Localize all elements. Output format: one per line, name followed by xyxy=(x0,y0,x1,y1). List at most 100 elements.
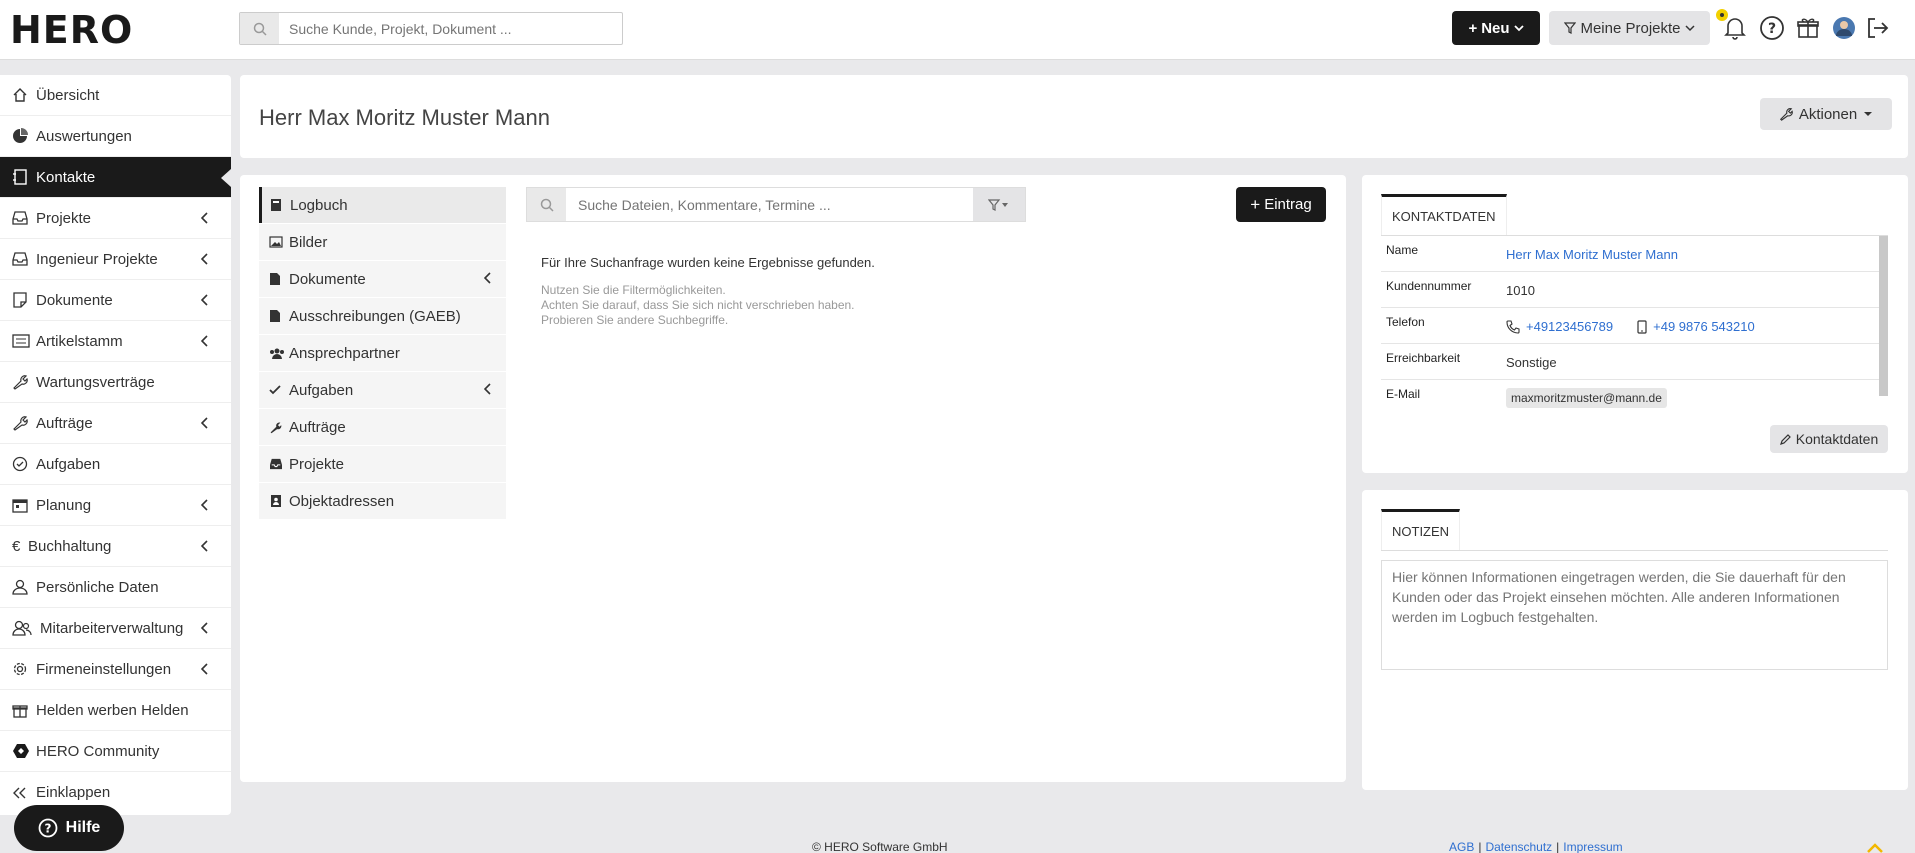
svg-text:?: ? xyxy=(1768,21,1776,37)
subnav-item-bilder[interactable]: Bilder xyxy=(259,224,506,260)
sidebar-item-label: Persönliche Daten xyxy=(36,578,159,596)
sidebar-item-label: Buchhaltung xyxy=(28,537,112,555)
add-entry-label: Eintrag xyxy=(1264,196,1312,213)
gear-icon xyxy=(12,661,36,677)
sidebar-item-kontakte[interactable]: Kontakte xyxy=(0,157,231,198)
bell-icon[interactable] xyxy=(1719,12,1751,44)
footer-link-agb[interactable]: AGB xyxy=(1449,840,1474,853)
hero-logo[interactable]: HERO xyxy=(10,8,133,52)
subnav-item-label: Dokumente xyxy=(289,270,366,288)
contact-row-email: E-Mail maxmoritzmuster@mann.de xyxy=(1381,380,1888,416)
logbook-search-input[interactable] xyxy=(566,188,973,221)
tab-notes[interactable]: NOTIZEN xyxy=(1381,509,1461,551)
actions-button-label: Aktionen xyxy=(1798,105,1858,123)
calendar-icon xyxy=(12,497,36,513)
sidebar-item-hero-community[interactable]: HERO Community xyxy=(0,731,231,772)
sidebar-item-uebersicht[interactable]: Übersicht xyxy=(0,75,231,116)
subnav-item-label: Aufträge xyxy=(289,418,346,436)
notes-textarea[interactable] xyxy=(1381,560,1888,670)
tab-contact-details[interactable]: KONTAKTDATEN xyxy=(1381,194,1507,236)
svg-text:?: ? xyxy=(44,822,51,836)
sidebar-item-mitarbeiterverwaltung[interactable]: Mitarbeiterverwaltung xyxy=(0,608,231,649)
sidebar-item-projekte[interactable]: Projekte xyxy=(0,198,231,239)
sidebar-item-dokumente[interactable]: Dokumente xyxy=(0,280,231,321)
footer-link-datenschutz[interactable]: Datenschutz xyxy=(1485,840,1552,853)
search-icon xyxy=(527,188,566,221)
subnav-item-auftraege[interactable]: Aufträge xyxy=(259,409,506,445)
chevron-left-icon xyxy=(484,272,491,284)
new-button[interactable]: + Neu xyxy=(1452,11,1540,45)
contact-label: Kundennummer xyxy=(1386,279,1472,293)
edit-contact-details-button[interactable]: Kontaktdaten xyxy=(1770,425,1888,453)
sidebar-item-wartungsvertraege[interactable]: Wartungsverträge xyxy=(0,362,231,403)
subnav-item-aufgaben[interactable]: Aufgaben xyxy=(259,372,506,408)
chevron-left-icon xyxy=(201,663,208,675)
sidebar-item-planung[interactable]: Planung xyxy=(0,485,231,526)
subnav-item-logbuch[interactable]: Logbuch xyxy=(259,187,506,223)
help-button[interactable]: ? Hilfe xyxy=(14,805,124,851)
phone-link[interactable]: +49123456789 xyxy=(1526,319,1613,334)
document-icon xyxy=(12,292,36,308)
sidebar-item-artikelstamm[interactable]: Artikelstamm xyxy=(0,321,231,362)
global-search[interactable] xyxy=(239,12,623,45)
image-icon xyxy=(269,236,289,248)
users-icon xyxy=(269,347,289,359)
add-entry-button[interactable]: + Eintrag xyxy=(1236,187,1326,222)
chevron-left-icon xyxy=(201,499,208,511)
gift-icon xyxy=(12,702,36,718)
chevron-left-icon xyxy=(201,335,208,347)
notes-panel: NOTIZEN xyxy=(1362,490,1908,790)
sidebar-item-auswertungen[interactable]: Auswertungen xyxy=(0,116,231,157)
footer-copyright: © HERO Software GmbH xyxy=(812,840,948,853)
logbook-panel: Logbuch Bilder Dokumente Ausschreibungen… xyxy=(240,175,1346,782)
no-results-message: Für Ihre Suchanfrage wurden keine Ergebn… xyxy=(541,255,875,270)
sidebar-item-helden-werben-helden[interactable]: Helden werben Helden xyxy=(0,690,231,731)
avatar[interactable] xyxy=(1828,12,1860,44)
book-icon xyxy=(270,198,290,212)
contact-table-scrollbar[interactable] xyxy=(1879,236,1888,396)
chevron-left-icon xyxy=(201,622,208,634)
file-icon xyxy=(269,272,289,286)
logbook-filter-button[interactable] xyxy=(973,188,1025,221)
subnav-item-label: Logbuch xyxy=(290,196,348,214)
actions-button[interactable]: Aktionen xyxy=(1760,98,1892,130)
subnav-item-ausschreibungen[interactable]: Ausschreibungen (GAEB) xyxy=(259,298,506,334)
sidebar-item-label: Aufgaben xyxy=(36,455,101,473)
sidebar: Übersicht Auswertungen Kontakte Projekte… xyxy=(0,75,231,815)
new-button-label: Neu xyxy=(1481,19,1510,37)
chevron-down-icon xyxy=(1513,25,1524,32)
chevron-left-icon xyxy=(201,294,208,306)
subnav-item-ansprechpartner[interactable]: Ansprechpartner xyxy=(259,335,506,371)
sidebar-item-firmeneinstellungen[interactable]: Firmeneinstellungen xyxy=(0,649,231,690)
gift-icon[interactable] xyxy=(1792,12,1824,44)
global-search-input[interactable] xyxy=(279,13,622,44)
mobile-icon xyxy=(1637,320,1647,334)
contact-label: Telefon xyxy=(1386,315,1425,329)
sidebar-item-label: Helden werben Helden xyxy=(36,701,189,719)
logout-icon[interactable] xyxy=(1862,12,1894,44)
inbox-icon xyxy=(269,458,289,470)
user-icon xyxy=(12,579,36,595)
footer-link-impressum[interactable]: Impressum xyxy=(1563,840,1622,853)
contact-name-link[interactable]: Herr Max Moritz Muster Mann xyxy=(1506,247,1678,262)
logbook-search[interactable] xyxy=(526,187,1026,222)
mobile-link[interactable]: +49 9876 543210 xyxy=(1653,319,1755,334)
subnav-item-objektadressen[interactable]: Objektadressen xyxy=(259,483,506,519)
help-icon[interactable]: ? xyxy=(1756,12,1788,44)
contact-label: E-Mail xyxy=(1386,387,1421,401)
subnav-item-dokumente[interactable]: Dokumente xyxy=(259,261,506,297)
sidebar-item-label: HERO Community xyxy=(36,742,160,760)
wrench-icon xyxy=(12,374,36,390)
sidebar-item-aufgaben[interactable]: Aufgaben xyxy=(0,444,231,485)
scroll-to-top-icon[interactable] xyxy=(1866,840,1884,853)
sidebar-item-auftraege[interactable]: Aufträge xyxy=(0,403,231,444)
email-link[interactable]: maxmoritzmuster@mann.de xyxy=(1506,388,1667,408)
sidebar-item-label: Mitarbeiterverwaltung xyxy=(40,619,184,637)
sidebar-item-persoenliche-daten[interactable]: Persönliche Daten xyxy=(0,567,231,608)
check-icon xyxy=(269,385,289,395)
sidebar-item-label: Planung xyxy=(36,496,92,514)
sidebar-item-buchhaltung[interactable]: € Buchhaltung xyxy=(0,526,231,567)
sidebar-item-ingenieur-projekte[interactable]: Ingenieur Projekte xyxy=(0,239,231,280)
subnav-item-projekte[interactable]: Projekte xyxy=(259,446,506,482)
my-projects-filter-button[interactable]: Meine Projekte xyxy=(1549,11,1710,45)
